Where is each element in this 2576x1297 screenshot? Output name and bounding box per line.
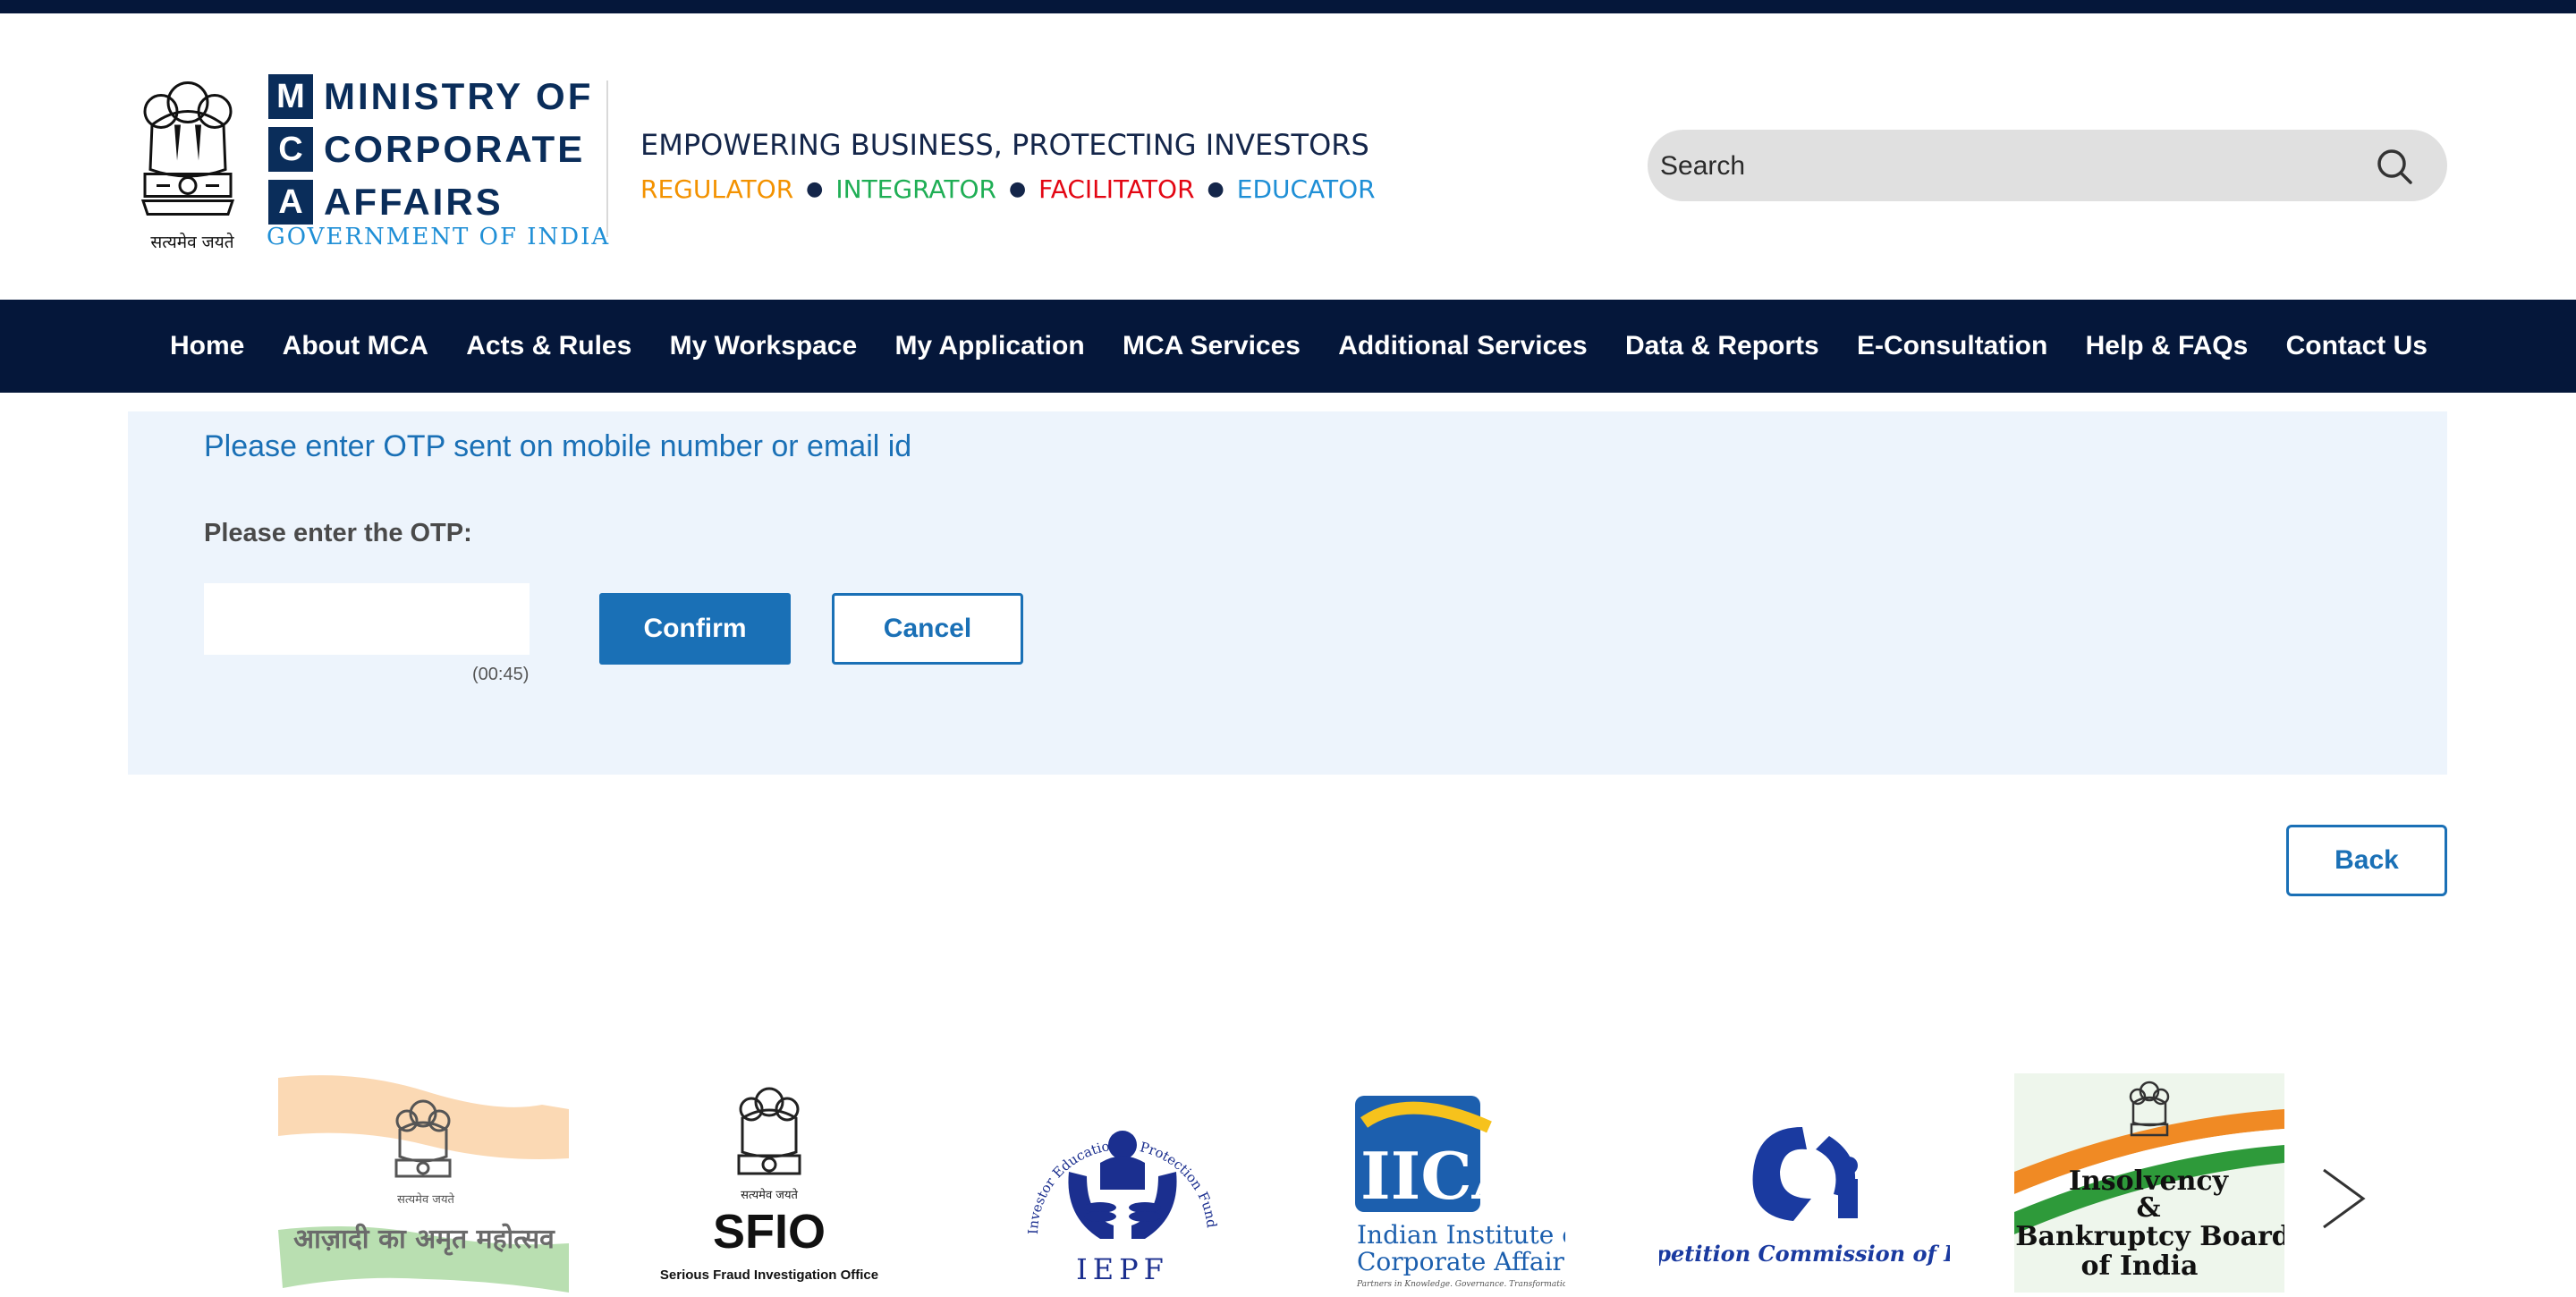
nav-item-acts-rules[interactable]: Acts & Rules xyxy=(466,331,631,361)
mca-row-2[interactable]: C CORPORATE xyxy=(268,125,585,174)
nav-item-mca-services[interactable]: MCA Services xyxy=(1123,331,1301,361)
search-bar xyxy=(1648,130,2447,201)
nav-item-help-faqs[interactable]: Help & FAQs xyxy=(2086,331,2249,361)
iica-line2: Corporate Affairs xyxy=(1357,1247,1565,1276)
emblem-caption: सत्यमेव जयते xyxy=(150,233,234,252)
iica-title: IICA xyxy=(1360,1138,1523,1214)
nav-item-data-reports[interactable]: Data & Reports xyxy=(1625,331,1819,361)
nav-item-my-application[interactable]: My Application xyxy=(894,331,1084,361)
ibbi-line4: of India xyxy=(2080,1250,2198,1282)
mca-letter-a: A xyxy=(268,180,313,225)
mca-word-3: AFFAIRS xyxy=(324,181,504,223)
mca-letter-c: C xyxy=(268,127,313,172)
cci-text: Competition Commission of India xyxy=(1659,1241,1950,1267)
role-separator: ● xyxy=(806,178,824,200)
iica-line1: Indian Institute of xyxy=(1357,1220,1565,1250)
back-button[interactable]: Back xyxy=(2286,825,2447,896)
search-input[interactable] xyxy=(1658,139,2360,194)
otp-timer: (00:45) xyxy=(472,665,530,684)
mca-row-3[interactable]: A AFFAIRS xyxy=(268,178,504,226)
otp-message: Please enter OTP sent on mobile number o… xyxy=(204,429,912,463)
role-integrator: INTEGRATOR xyxy=(835,174,996,204)
ibbi-line2: & xyxy=(2136,1192,2160,1224)
role-facilitator: FACILITATOR xyxy=(1038,174,1195,204)
otp-input[interactable] xyxy=(204,583,530,655)
site-header: सत्यमेव जयते M MINISTRY OF C CORPORATE A… xyxy=(0,13,2576,300)
competition-commission-logo[interactable]: Competition Commission of India xyxy=(1659,1073,1950,1293)
sfio-emblem-caption: सत्यमेव जयते xyxy=(741,1188,798,1202)
header-divider xyxy=(606,81,608,237)
iica-logo[interactable]: IICA Indian Institute of Corporate Affai… xyxy=(1346,1073,1565,1293)
nav-item-about-mca[interactable]: About MCA xyxy=(283,331,428,361)
sfio-subtitle: Serious Fraud Investigation Office xyxy=(660,1267,878,1283)
role-separator: ● xyxy=(1008,178,1027,200)
mca-letter-m: M xyxy=(268,74,313,119)
mca-word-1: MINISTRY OF xyxy=(324,75,594,117)
azadi-emblem-caption: सत्यमेव जयते xyxy=(397,1192,454,1207)
iica-tagline: Partners in Knowledge. Governance. Trans… xyxy=(1356,1280,1565,1289)
azadi-ka-amrit-mahotsav-logo[interactable]: सत्यमेव जयते आज़ादी का अमृत महोत्सव xyxy=(274,1073,573,1293)
nav-item-e-consultation[interactable]: E-Consultation xyxy=(1857,331,2047,361)
carousel-next-arrow-icon[interactable] xyxy=(2317,1163,2370,1234)
search-icon[interactable] xyxy=(2376,148,2413,185)
nav-item-contact-us[interactable]: Contact Us xyxy=(2286,331,2428,361)
government-of-india-label: GOVERNMENT OF INDIA xyxy=(267,224,611,250)
confirm-button[interactable]: Confirm xyxy=(599,593,791,665)
role-regulator: REGULATOR xyxy=(640,174,794,204)
tagline: EMPOWERING BUSINESS, PROTECTING INVESTOR… xyxy=(640,128,1369,162)
iepf-title: IEPF xyxy=(1076,1252,1169,1286)
nav-item-additional-services[interactable]: Additional Services xyxy=(1338,331,1587,361)
otp-panel: Please enter OTP sent on mobile number o… xyxy=(128,411,2447,775)
mca-word-2: CORPORATE xyxy=(324,128,586,170)
azadi-text: आज़ादी का अमृत महोत्सव xyxy=(293,1223,555,1256)
cancel-button[interactable]: Cancel xyxy=(832,593,1023,665)
otp-label: Please enter the OTP: xyxy=(204,519,472,547)
nav-item-home[interactable]: Home xyxy=(170,331,244,361)
roles-line: REGULATOR ● INTEGRATOR ● FACILITATOR ● E… xyxy=(640,174,1376,204)
main-navbar: Home About MCA Acts & Rules My Workspace… xyxy=(0,300,2576,393)
role-separator: ● xyxy=(1207,178,1224,200)
sfio-logo[interactable]: सत्यमेव जयते SFIO Serious Fraud Investig… xyxy=(646,1073,892,1293)
top-strip xyxy=(0,0,2576,13)
ibbi-line3: Bankruptcy Board xyxy=(2015,1221,2284,1252)
role-educator: EDUCATOR xyxy=(1236,174,1376,204)
nav-item-my-workspace[interactable]: My Workspace xyxy=(670,331,858,361)
iepf-logo[interactable]: Investor Education & Protection Fund Aut… xyxy=(1011,1073,1234,1293)
sfio-title: SFIO xyxy=(713,1205,826,1259)
ibbi-logo[interactable]: Insolvency & Bankruptcy Board of India xyxy=(2014,1073,2284,1293)
mca-row-1[interactable]: M MINISTRY OF xyxy=(268,72,593,121)
